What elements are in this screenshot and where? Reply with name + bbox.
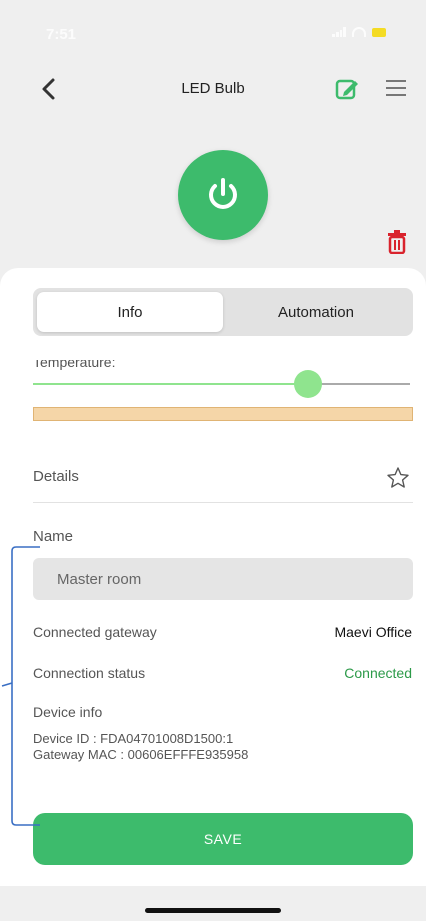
home-indicator <box>145 908 281 913</box>
name-label: Name <box>33 528 74 545</box>
gateway-mac: Gateway MAC : 00606EFFFE935958 <box>33 747 249 762</box>
tab-info[interactable]: Info <box>37 292 223 332</box>
segmented-tabs: Info Automation <box>33 288 413 336</box>
status-bar: 7:51 <box>0 0 426 70</box>
device-info-text: Device ID : FDA04701008D1500:1 Gateway M… <box>33 731 248 763</box>
temperature-color-bar <box>33 407 413 421</box>
temperature-label: Temperature: <box>33 360 116 370</box>
details-label: Details <box>33 468 79 485</box>
slider-thumb[interactable] <box>294 370 322 398</box>
divider <box>33 502 413 503</box>
battery-icon <box>372 27 386 37</box>
power-icon <box>209 178 237 209</box>
save-button[interactable]: SAVE <box>33 813 413 865</box>
name-input[interactable] <box>33 558 413 600</box>
gateway-value: Maevi Office <box>334 624 412 640</box>
temperature-slider[interactable] <box>33 370 410 398</box>
annotation-bracket <box>1 546 40 826</box>
menu-icon[interactable] <box>386 80 406 98</box>
device-sheet: Info Automation Temperature: Details Nam… <box>0 268 426 886</box>
page-title: LED Bulb <box>181 80 245 97</box>
device-id: Device ID : FDA04701008D1500:1 <box>33 731 234 746</box>
star-icon[interactable] <box>386 466 410 490</box>
nav-bar: LED Bulb <box>0 70 426 110</box>
wifi-icon <box>352 27 366 37</box>
signal-icon <box>332 27 346 37</box>
connection-status-label: Connection status <box>33 665 146 681</box>
power-button[interactable] <box>178 150 268 240</box>
status-time: 7:51 <box>46 26 77 43</box>
tab-automation[interactable]: Automation <box>223 292 409 332</box>
connection-status-value: Connected <box>344 665 412 681</box>
status-icons <box>332 27 386 37</box>
slider-fill <box>33 383 308 385</box>
edit-icon[interactable] <box>334 76 360 102</box>
gateway-label: Connected gateway <box>33 624 157 640</box>
trash-icon[interactable] <box>386 230 408 254</box>
